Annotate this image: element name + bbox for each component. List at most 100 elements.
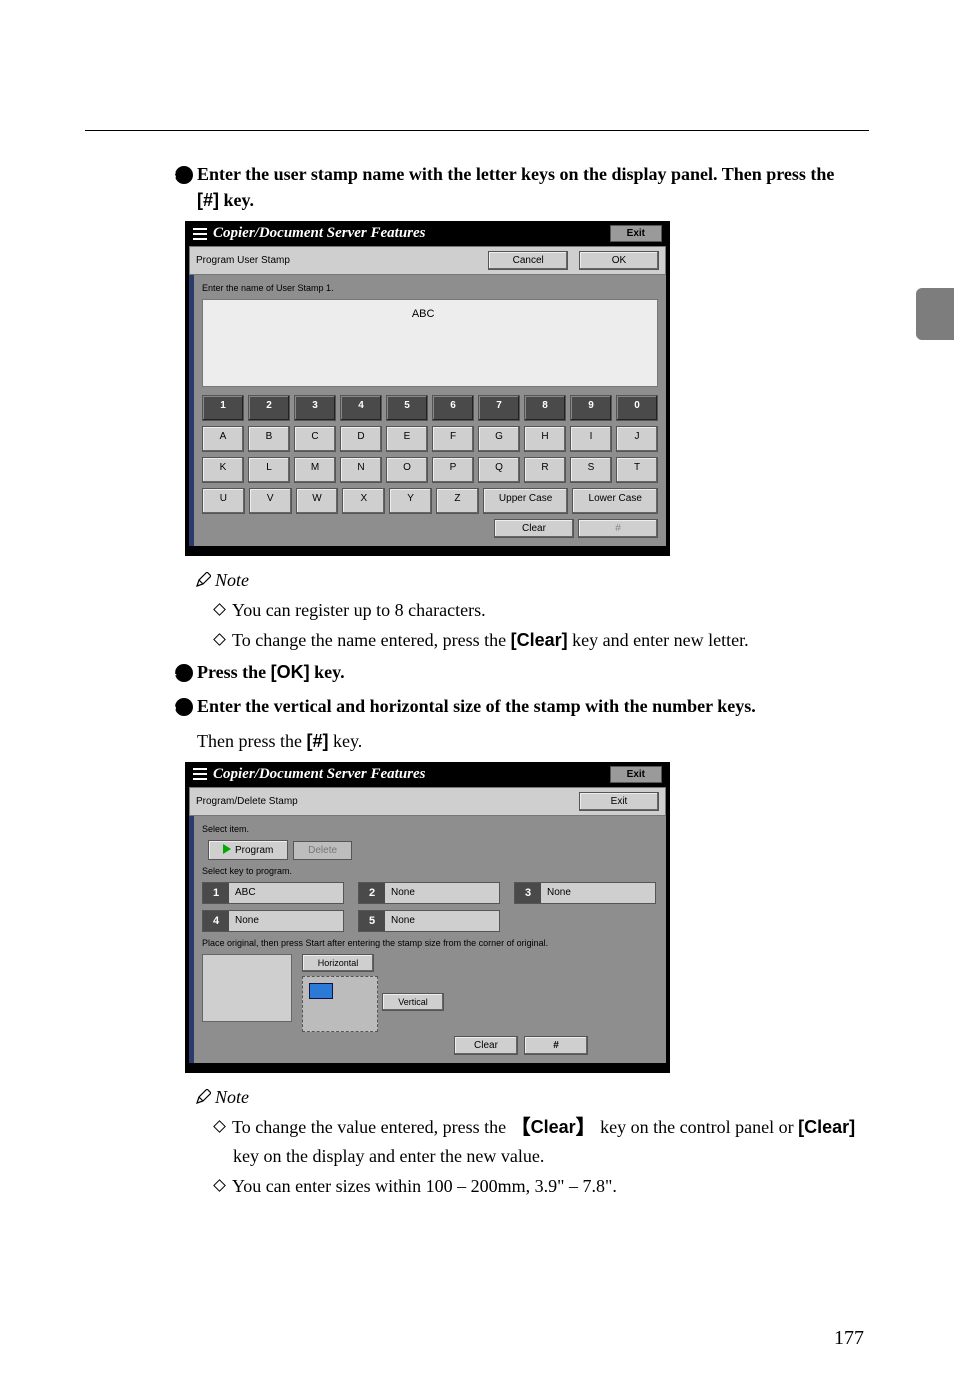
shot2-size-field[interactable] [202,954,292,1022]
slot-2-val: None [385,883,499,903]
step-3-text-b: Then press the [722,164,835,184]
key-f[interactable]: F [432,426,474,452]
slot-1-val: ABC [229,883,343,903]
key-h[interactable]: H [524,426,566,452]
menu-icon [193,228,207,240]
key-g[interactable]: G [478,426,520,452]
slot-3-val: None [541,883,655,903]
slot-5[interactable]: 5None [358,910,500,932]
shot1-letter-row-2: K L M N O P Q R S T [202,457,658,483]
key-d[interactable]: D [340,426,382,452]
key-t[interactable]: T [616,457,658,483]
menu-icon [193,768,207,780]
shot2-titlebar: Copier/Document Server Features Exit [185,762,670,787]
step-number-4-icon: 4 [175,664,193,682]
shot1-letter-row-1: A B C D E F G H I J [202,426,658,452]
key-z[interactable]: Z [436,488,479,514]
pencil-icon [195,572,211,588]
key-c[interactable]: C [294,426,336,452]
key-7[interactable]: 7 [478,395,520,421]
key-r[interactable]: R [524,457,566,483]
slot-2[interactable]: 2None [358,882,500,904]
key-s[interactable]: S [570,457,612,483]
shot2-hash-button[interactable]: # [524,1036,588,1055]
key-x[interactable]: X [342,488,385,514]
key-6[interactable]: 6 [432,395,474,421]
key-clear[interactable]: Clear [494,519,574,538]
step-5-text-a: Enter the vertical and horizontal size o… [197,696,756,716]
key-p[interactable]: P [432,457,474,483]
bullet-icon [213,603,226,616]
note-2-item-2: You can enter sizes within 100 – 200mm, … [215,1173,869,1199]
step-5: 5Enter the vertical and horizontal size … [175,693,849,719]
shot1-text-input[interactable]: ABC [202,299,658,387]
shot2-title: Copier/Document Server Features [213,766,426,783]
note-1-item-2: To change the name entered, press the [C… [215,627,869,653]
key-w[interactable]: W [296,488,339,514]
key-e[interactable]: E [386,426,428,452]
key-l[interactable]: L [248,457,290,483]
tab-program[interactable]: Program [208,840,288,860]
key-1[interactable]: 1 [202,395,244,421]
shot1-ok-button[interactable]: OK [579,251,659,270]
key-m[interactable]: M [294,457,336,483]
tab-delete[interactable]: Delete [293,841,352,860]
step-number-5-icon: 5 [175,698,193,716]
key-upper-case[interactable]: Upper Case [483,488,569,514]
slot-1-num: 1 [203,883,229,903]
key-lower-case[interactable]: Lower Case [572,488,658,514]
shot1-exit-button[interactable]: Exit [610,225,662,242]
shot2-exit-button[interactable]: Exit [610,766,662,783]
shot2-hint1: Select item. [202,824,658,834]
shot2-hint3: Place original, then press Start after e… [202,938,658,948]
key-b[interactable]: B [248,426,290,452]
key-o[interactable]: O [386,457,428,483]
key-2[interactable]: 2 [248,395,290,421]
shot1-digit-row: 1 2 3 4 5 6 7 8 9 0 [202,395,658,421]
note-2-item-1: To change the value entered, press the 【… [215,1114,869,1169]
key-hash[interactable]: # [578,519,658,538]
key-0[interactable]: 0 [616,395,658,421]
key-q[interactable]: Q [478,457,520,483]
slot-1[interactable]: 1ABC [202,882,344,904]
key-y[interactable]: Y [389,488,432,514]
hash-key-label-2: [#] [306,731,328,751]
shot2-clear-button[interactable]: Clear [454,1036,518,1055]
slot-4[interactable]: 4None [202,910,344,932]
key-4[interactable]: 4 [340,395,382,421]
slot-3[interactable]: 3None [514,882,656,904]
note-1-label: Note [215,570,249,590]
key-3[interactable]: 3 [294,395,336,421]
key-i[interactable]: I [570,426,612,452]
panel-clear-key-label: Clear [531,1117,576,1137]
arrow-right-icon [223,844,231,854]
key-9[interactable]: 9 [570,395,612,421]
step-3-text-a: Enter the user stamp name with the lette… [197,164,718,184]
step-number-3-icon: 3 [175,166,193,184]
display-clear-key-label: [Clear] [798,1117,855,1137]
screenshot-keyboard-panel: Copier/Document Server Features Exit Pro… [185,221,670,556]
horizontal-button[interactable]: Horizontal [302,954,374,972]
step-4-text-a: Press the [197,662,271,682]
slot-5-val: None [385,911,499,931]
key-j[interactable]: J [616,426,658,452]
shot1-cancel-button[interactable]: Cancel [488,251,568,270]
key-v[interactable]: V [249,488,292,514]
note-2-item-1a: To change the value entered, press the [232,1117,511,1137]
vertical-button[interactable]: Vertical [382,993,444,1011]
step-5-line-2: Then press the [#] key. [197,728,869,754]
key-k[interactable]: K [202,457,244,483]
key-5[interactable]: 5 [386,395,428,421]
key-a[interactable]: A [202,426,244,452]
slot-5-num: 5 [359,911,385,931]
key-8[interactable]: 8 [524,395,566,421]
shot2-top-exit-button[interactable]: Exit [579,792,659,811]
step-4-text-b: key. [310,662,345,682]
key-u[interactable]: U [202,488,245,514]
stamp-icon [309,983,333,999]
step-3-text-c: key. [219,190,254,210]
bullet-icon [213,633,226,646]
tab-program-label: Program [235,845,273,856]
step-4: 4Press the [OK] key. [175,659,849,685]
key-n[interactable]: N [340,457,382,483]
